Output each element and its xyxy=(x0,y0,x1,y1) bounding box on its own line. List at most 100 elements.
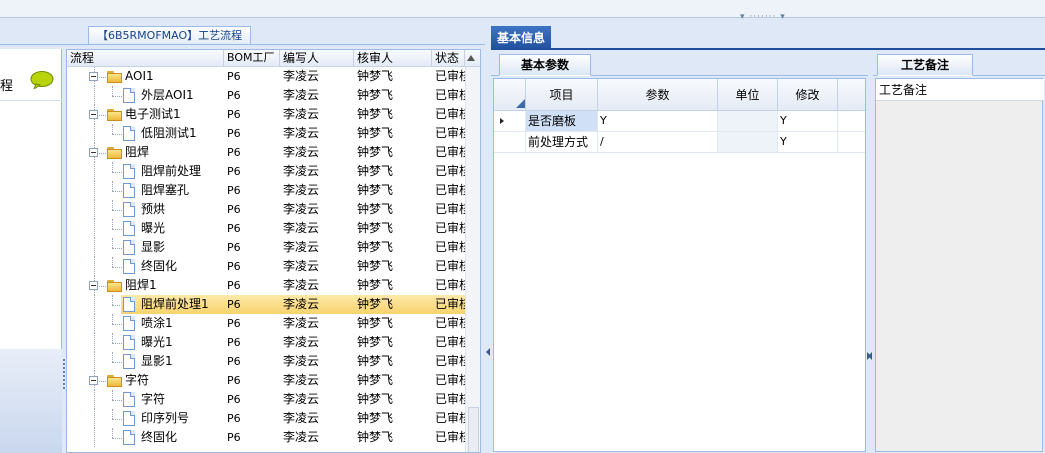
cell-reviewer[interactable]: 钟梦飞 xyxy=(354,105,432,124)
cell-reviewer[interactable]: 钟梦飞 xyxy=(354,200,432,219)
cell-reviewer[interactable]: 钟梦飞 xyxy=(354,390,432,409)
tree-step-row[interactable]: 显影1 P6李凌云钟梦飞已审核 xyxy=(67,352,465,371)
cell-status[interactable]: 已审核 xyxy=(432,86,465,105)
tree-step-row[interactable]: 字符 P6李凌云钟梦飞已审核 xyxy=(67,390,465,409)
cell-bom[interactable]: P6 xyxy=(224,371,280,390)
tree-node[interactable]: 外层AOI1 xyxy=(121,86,224,105)
cell-reviewer[interactable]: 钟梦飞 xyxy=(354,295,432,314)
tree-step-row[interactable]: 外层AOI1 P6李凌云钟梦飞已审核 xyxy=(67,86,465,105)
collapse-toggle-icon[interactable] xyxy=(89,281,98,290)
cell-bom[interactable]: P6 xyxy=(224,67,280,86)
column-header-flow[interactable]: 流程 xyxy=(67,50,224,67)
cell-author[interactable]: 李凌云 xyxy=(280,257,354,276)
cell-status[interactable]: 已审核 xyxy=(432,428,465,447)
cell-reviewer[interactable]: 钟梦飞 xyxy=(354,143,432,162)
cell-bom[interactable]: P6 xyxy=(224,257,280,276)
notes-textarea[interactable]: 工艺备注 xyxy=(875,78,1044,452)
vertical-scrollbar[interactable] xyxy=(465,67,480,452)
cell-status[interactable]: 已审核 xyxy=(432,181,465,200)
tree-folder-row[interactable]: AOI1 P6李凌云钟梦飞已审核 xyxy=(67,67,465,86)
cell-reviewer[interactable]: 钟梦飞 xyxy=(354,67,432,86)
row-selector[interactable] xyxy=(494,111,526,131)
collapse-handle[interactable]: ▾ ······· ▾ xyxy=(740,12,786,22)
cell-bom[interactable]: P6 xyxy=(224,200,280,219)
params-row[interactable]: 前处理方式 / Y xyxy=(494,132,865,153)
tree-node[interactable]: 低阻测试1 xyxy=(121,124,224,143)
cell-status[interactable]: 已审核 xyxy=(432,371,465,390)
tree-node[interactable]: 阻焊1 xyxy=(105,276,224,295)
cell-bom[interactable]: P6 xyxy=(224,276,280,295)
cell-reviewer[interactable]: 钟梦飞 xyxy=(354,314,432,333)
cell-author[interactable]: 李凌云 xyxy=(280,238,354,257)
cell-author[interactable]: 李凌云 xyxy=(280,352,354,371)
cell-reviewer[interactable]: 钟梦飞 xyxy=(354,333,432,352)
cell-status[interactable]: 已审核 xyxy=(432,162,465,181)
collapse-toggle-icon[interactable] xyxy=(89,148,98,157)
cell-bom[interactable]: P6 xyxy=(224,143,280,162)
tree-step-row[interactable]: 终固化 P6李凌云钟梦飞已审核 xyxy=(67,428,465,447)
tree-node[interactable]: 电子测试1 xyxy=(105,105,224,124)
cell-reviewer[interactable]: 钟梦飞 xyxy=(354,162,432,181)
cell-author[interactable]: 李凌云 xyxy=(280,276,354,295)
cell-author[interactable]: 李凌云 xyxy=(280,390,354,409)
collapse-toggle-icon[interactable] xyxy=(89,72,98,81)
cell-bom[interactable]: P6 xyxy=(224,390,280,409)
scrollbar-thumb[interactable] xyxy=(468,407,479,452)
cell-status[interactable]: 已审核 xyxy=(432,352,465,371)
tree-step-row[interactable]: 曝光 P6李凌云钟梦飞已审核 xyxy=(67,219,465,238)
cell-status[interactable]: 已审核 xyxy=(432,276,465,295)
cell-status[interactable]: 已审核 xyxy=(432,105,465,124)
cell-author[interactable]: 李凌云 xyxy=(280,428,354,447)
column-header-item[interactable]: 项目 xyxy=(526,79,598,111)
cell-status[interactable]: 已审核 xyxy=(432,67,465,86)
tree-step-row[interactable]: 印序列号 P6李凌云钟梦飞已审核 xyxy=(67,409,465,428)
tree-node[interactable]: 印序列号 xyxy=(121,409,224,428)
tab-process-notes[interactable]: 工艺备注 xyxy=(877,54,973,76)
cell-bom[interactable]: P6 xyxy=(224,352,280,371)
cell-status[interactable]: 已审核 xyxy=(432,333,465,352)
cell-author[interactable]: 李凌云 xyxy=(280,333,354,352)
cell-reviewer[interactable]: 钟梦飞 xyxy=(354,352,432,371)
tab-basic-params[interactable]: 基本参数 xyxy=(499,54,591,76)
cell-reviewer[interactable]: 钟梦飞 xyxy=(354,276,432,295)
cell-author[interactable]: 李凌云 xyxy=(280,124,354,143)
tree-folder-row[interactable]: 阻焊 P6李凌云钟梦飞已审核 xyxy=(67,143,465,162)
cell-status[interactable]: 已审核 xyxy=(432,295,465,314)
cell-reviewer[interactable]: 钟梦飞 xyxy=(354,219,432,238)
cell-reviewer[interactable]: 钟梦飞 xyxy=(354,238,432,257)
column-header-author[interactable]: 编写人 xyxy=(280,50,354,67)
tree-node[interactable]: 阻焊前处理1 xyxy=(121,295,224,314)
select-all-icon[interactable] xyxy=(516,99,525,108)
tree-node[interactable]: 喷涂1 xyxy=(121,314,224,333)
cell-item[interactable]: 前处理方式 xyxy=(526,132,598,152)
cell-author[interactable]: 李凌云 xyxy=(280,67,354,86)
tree-node[interactable]: 显影 xyxy=(121,238,224,257)
cell-author[interactable]: 李凌云 xyxy=(280,371,354,390)
cell-reviewer[interactable]: 钟梦飞 xyxy=(354,86,432,105)
collapse-toggle-icon[interactable] xyxy=(89,376,98,385)
tree-node[interactable]: 显影1 xyxy=(121,352,224,371)
tree-node[interactable]: 终固化 xyxy=(121,428,224,447)
tree-step-row[interactable]: 喷涂1 P6李凌云钟梦飞已审核 xyxy=(67,314,465,333)
tree-step-row[interactable]: 终固化 P6李凌云钟梦飞已审核 xyxy=(67,257,465,276)
tree-node[interactable]: 预烘 xyxy=(121,200,224,219)
cell-bom[interactable]: P6 xyxy=(224,219,280,238)
cell-author[interactable]: 李凌云 xyxy=(280,314,354,333)
cell-status[interactable]: 已审核 xyxy=(432,257,465,276)
column-header-status[interactable]: 状态 xyxy=(432,50,465,67)
tree-step-row[interactable]: 阻焊塞孔 P6李凌云钟梦飞已审核 xyxy=(67,181,465,200)
cell-author[interactable]: 李凌云 xyxy=(280,181,354,200)
cell-param[interactable]: / xyxy=(598,132,718,152)
cell-author[interactable]: 李凌云 xyxy=(280,219,354,238)
cell-reviewer[interactable]: 钟梦飞 xyxy=(354,124,432,143)
cell-bom[interactable]: P6 xyxy=(224,86,280,105)
sort-up-icon[interactable] xyxy=(467,55,475,61)
cell-bom[interactable]: P6 xyxy=(224,124,280,143)
cell-reviewer[interactable]: 钟梦飞 xyxy=(354,181,432,200)
tree-step-row[interactable]: 低阻测试1 P6李凌云钟梦飞已审核 xyxy=(67,124,465,143)
tree-node[interactable]: 曝光 xyxy=(121,219,224,238)
cell-author[interactable]: 李凌云 xyxy=(280,162,354,181)
collapse-left-icon[interactable] xyxy=(868,352,872,360)
column-header-modify[interactable]: 修改 xyxy=(778,79,838,111)
cell-status[interactable]: 已审核 xyxy=(432,409,465,428)
